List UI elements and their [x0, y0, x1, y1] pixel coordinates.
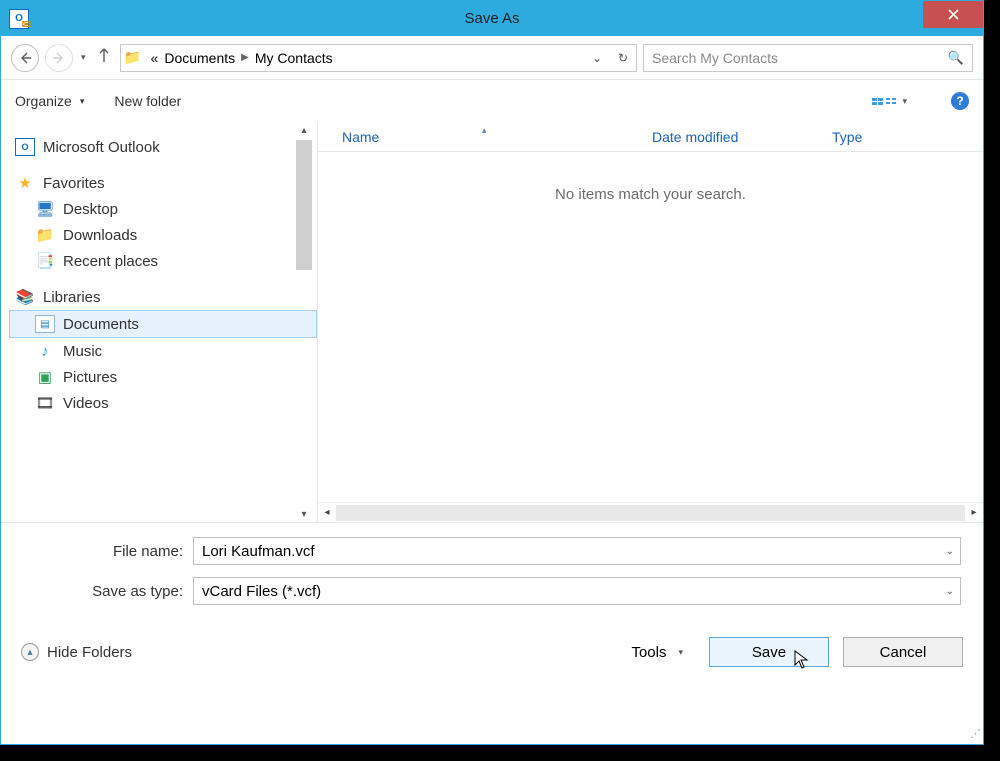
breadcrumb-prefix: « — [151, 50, 159, 66]
window-title: Save As — [1, 10, 983, 27]
back-button[interactable] — [11, 44, 39, 72]
organize-button[interactable]: Organize▾ — [15, 93, 86, 109]
chevron-down-icon: ▾ — [676, 647, 685, 658]
folder-icon: 📁 — [121, 49, 145, 66]
horizontal-scrollbar[interactable]: ◂ ▸ — [318, 502, 983, 522]
search-input[interactable] — [652, 50, 948, 66]
outlook-icon: O — [15, 138, 35, 156]
title-bar[interactable]: O Save As — [1, 1, 983, 36]
navigation-row: ▾ 📁 « Documents ▶ My Contacts ⌄ ↻ 🔍 — [1, 36, 983, 80]
chevron-down-icon: ▾ — [78, 96, 87, 107]
sidebar-item-downloads[interactable]: 📁 Downloads — [9, 222, 317, 248]
breadcrumb-seg-documents[interactable]: Documents — [164, 50, 235, 66]
column-headers: Name ▴ Date modified Type — [318, 122, 983, 152]
help-button[interactable]: ? — [951, 92, 969, 110]
save-as-type-field[interactable]: vCard Files (*.vcf) ⌄ — [193, 577, 961, 605]
file-name-label: File name: — [23, 543, 193, 560]
scroll-down-icon[interactable]: ▾ — [301, 506, 306, 522]
videos-icon: 🎞 — [35, 394, 55, 412]
chevron-down-icon[interactable]: ⌄ — [946, 586, 954, 597]
sidebar-group-favorites[interactable]: ★ Favorites — [9, 170, 317, 196]
column-name[interactable]: Name ▴ — [342, 129, 652, 145]
close-button[interactable] — [923, 1, 983, 28]
breadcrumb-seg-mycontacts[interactable]: My Contacts — [255, 50, 333, 66]
view-small-icon — [886, 98, 897, 105]
scroll-right-icon[interactable]: ▸ — [965, 507, 983, 518]
view-large-icon — [872, 98, 883, 105]
libraries-icon: 📚 — [15, 288, 35, 306]
sidebar-item-recent[interactable]: 📑 Recent places — [9, 248, 317, 274]
cursor-icon — [794, 650, 810, 670]
document-icon: ▤ — [35, 315, 55, 333]
save-form: File name: Lori Kaufman.vcf ⌄ Save as ty… — [1, 522, 983, 623]
navigation-sidebar: O Microsoft Outlook ★ Favorites 🖥 Deskto… — [1, 122, 317, 522]
address-dropdown[interactable]: ⌄ — [584, 51, 610, 65]
empty-message: No items match your search. — [318, 152, 983, 237]
sidebar-item-videos[interactable]: 🎞 Videos — [9, 390, 317, 416]
toolbar: Organize▾ New folder ▾ ? — [1, 80, 983, 122]
sidebar-group-libraries[interactable]: 📚 Libraries — [9, 284, 317, 310]
sidebar-item-outlook[interactable]: O Microsoft Outlook — [9, 134, 317, 160]
forward-button[interactable] — [45, 44, 73, 72]
file-name-field[interactable]: Lori Kaufman.vcf ⌄ — [193, 537, 961, 565]
dialog-footer: ▴ Hide Folders Tools ▾ Save Cancel — [1, 623, 983, 683]
scroll-thumb[interactable] — [296, 140, 312, 270]
sort-asc-icon: ▴ — [482, 125, 487, 136]
search-box[interactable]: 🔍 — [643, 44, 973, 72]
arrow-left-icon — [18, 51, 32, 65]
column-type[interactable]: Type — [832, 129, 862, 145]
sidebar-item-desktop[interactable]: 🖥 Desktop — [9, 196, 317, 222]
sidebar-scrollbar[interactable]: ▴ ▾ — [295, 122, 313, 522]
new-folder-button[interactable]: New folder — [114, 93, 181, 109]
hide-folders-button[interactable]: ▴ Hide Folders — [21, 643, 132, 661]
collapse-icon: ▴ — [21, 643, 39, 661]
save-as-dialog: O Save As ▾ 📁 « Documents ▶ My Contacts … — [0, 0, 984, 745]
scroll-up-icon[interactable]: ▴ — [301, 122, 306, 138]
sidebar-item-pictures[interactable]: ▣ Pictures — [9, 364, 317, 390]
tools-button[interactable]: Tools ▾ — [621, 644, 695, 661]
arrow-up-icon — [97, 47, 111, 63]
downloads-icon: 📁 — [35, 226, 55, 244]
search-icon[interactable]: 🔍 — [948, 50, 964, 66]
chevron-down-icon: ▾ — [900, 96, 909, 107]
scroll-track[interactable] — [336, 505, 965, 521]
sidebar-item-music[interactable]: ♪ Music — [9, 338, 317, 364]
star-icon: ★ — [15, 174, 35, 192]
close-icon — [948, 9, 959, 20]
save-as-type-label: Save as type: — [23, 583, 193, 600]
save-button[interactable]: Save — [709, 637, 829, 667]
up-button[interactable] — [94, 47, 114, 68]
desktop-icon: 🖥 — [35, 200, 55, 218]
chevron-down-icon[interactable]: ⌄ — [946, 546, 954, 557]
cancel-button[interactable]: Cancel — [843, 637, 963, 667]
music-icon: ♪ — [35, 342, 55, 360]
arrow-right-icon — [52, 51, 66, 65]
pictures-icon: ▣ — [35, 368, 55, 386]
address-bar[interactable]: 📁 « Documents ▶ My Contacts ⌄ ↻ — [120, 44, 637, 72]
sidebar-item-documents[interactable]: ▤ Documents — [9, 310, 317, 338]
chevron-right-icon[interactable]: ▶ — [241, 52, 249, 63]
history-dropdown[interactable]: ▾ — [79, 52, 88, 63]
refresh-button[interactable]: ↻ — [610, 51, 636, 65]
column-date-modified[interactable]: Date modified — [652, 129, 832, 145]
recent-icon: 📑 — [35, 252, 55, 270]
file-list-pane: Name ▴ Date modified Type No items match… — [317, 122, 983, 522]
scroll-left-icon[interactable]: ◂ — [318, 507, 336, 518]
outlook-icon: O — [9, 9, 29, 29]
view-options-button[interactable]: ▾ — [872, 96, 909, 107]
resize-grip-icon[interactable]: ⋰ — [970, 727, 979, 740]
